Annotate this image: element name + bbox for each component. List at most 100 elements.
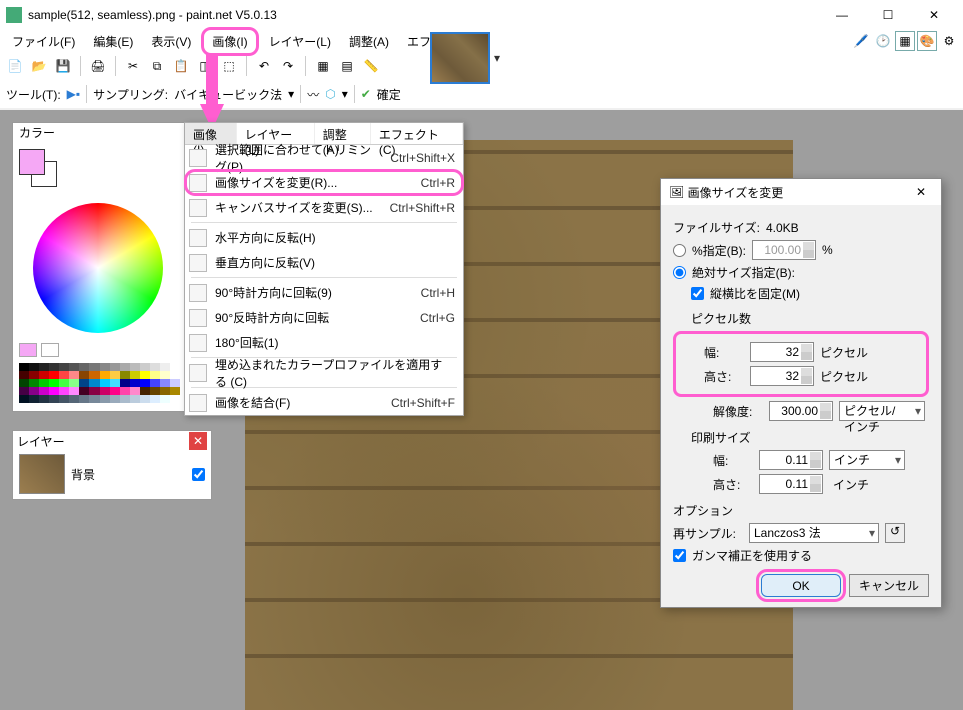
palette-swatch[interactable] bbox=[100, 363, 110, 371]
print-icon[interactable]: 🖨 bbox=[89, 57, 107, 75]
new-icon[interactable]: 📄 bbox=[6, 57, 24, 75]
palette-swatch[interactable] bbox=[160, 395, 170, 403]
primary-swatch[interactable] bbox=[19, 343, 37, 357]
paste-icon[interactable]: 📋 bbox=[172, 57, 190, 75]
tab-effect[interactable]: エフェクト(C) bbox=[371, 123, 463, 144]
palette-swatch[interactable] bbox=[89, 363, 99, 371]
palette-swatch[interactable] bbox=[150, 379, 160, 387]
palette-swatch[interactable] bbox=[150, 387, 160, 395]
palette-swatch[interactable] bbox=[59, 363, 69, 371]
secondary-swatch[interactable] bbox=[41, 343, 59, 357]
palette-swatch[interactable] bbox=[130, 387, 140, 395]
palette-swatch[interactable] bbox=[19, 379, 29, 387]
settings-icon[interactable]: ⚙ bbox=[939, 31, 959, 51]
menu-edit[interactable]: 編集(E) bbox=[85, 30, 141, 53]
palette-swatch[interactable] bbox=[49, 379, 59, 387]
palette-swatch[interactable] bbox=[100, 395, 110, 403]
menu-item[interactable]: キャンバスサイズを変更(S)...Ctrl+Shift+R bbox=[185, 195, 463, 220]
palette-swatch[interactable] bbox=[59, 395, 69, 403]
palette-swatch[interactable] bbox=[150, 395, 160, 403]
palette-swatch[interactable] bbox=[79, 363, 89, 371]
tool-picker-icon[interactable]: ▶▪ bbox=[67, 87, 80, 101]
crop-icon[interactable]: ◫ bbox=[196, 57, 214, 75]
palette-swatch[interactable] bbox=[140, 395, 150, 403]
shape-icon[interactable]: ⬡ bbox=[325, 87, 335, 101]
dropdown-arrow-icon[interactable]: ▾ bbox=[288, 87, 294, 101]
palette-swatch[interactable] bbox=[120, 371, 130, 379]
open-icon[interactable]: 📂 bbox=[30, 57, 48, 75]
maximize-button[interactable]: ☐ bbox=[865, 0, 911, 30]
palette-swatch[interactable] bbox=[19, 395, 29, 403]
deselect-icon[interactable]: ⬚ bbox=[220, 57, 238, 75]
resolution-input[interactable]: 300.00 bbox=[769, 401, 833, 421]
layer-visible-checkbox[interactable] bbox=[192, 468, 205, 481]
palette-swatch[interactable] bbox=[69, 363, 79, 371]
palette-swatch[interactable] bbox=[150, 363, 160, 371]
palette-swatch[interactable] bbox=[110, 395, 120, 403]
palette-swatch[interactable] bbox=[19, 371, 29, 379]
palette-swatch[interactable] bbox=[150, 371, 160, 379]
palette-swatch[interactable] bbox=[120, 387, 130, 395]
palette-swatch[interactable] bbox=[19, 363, 29, 371]
menu-item[interactable]: 水平方向に反転(H) bbox=[185, 225, 463, 250]
grid-icon[interactable]: ▦ bbox=[314, 57, 332, 75]
palette-swatch[interactable] bbox=[69, 395, 79, 403]
palette-swatch[interactable] bbox=[69, 387, 79, 395]
thumbnail-dropdown-icon[interactable]: ▾ bbox=[494, 51, 500, 65]
menu-item[interactable]: 画像サイズを変更(R)...Ctrl+R bbox=[185, 170, 463, 195]
menu-item[interactable]: 画像を結合(F)Ctrl+Shift+F bbox=[185, 390, 463, 415]
menu-layer[interactable]: レイヤー(L) bbox=[261, 30, 339, 53]
palette-swatch[interactable] bbox=[100, 371, 110, 379]
layers-icon[interactable]: ▦ bbox=[895, 31, 915, 51]
palette-swatch[interactable] bbox=[120, 379, 130, 387]
print-height-input[interactable]: 0.11 bbox=[759, 474, 823, 494]
palette-swatch[interactable] bbox=[170, 363, 180, 371]
palette-swatch[interactable] bbox=[49, 363, 59, 371]
palette-swatch[interactable] bbox=[39, 363, 49, 371]
palette-swatch[interactable] bbox=[140, 371, 150, 379]
palette-swatch[interactable] bbox=[59, 371, 69, 379]
close-button[interactable]: ✕ bbox=[911, 0, 957, 30]
palette-swatch[interactable] bbox=[29, 379, 39, 387]
color-wheel[interactable] bbox=[33, 203, 163, 333]
menu-item[interactable]: 埋め込まれたカラープロファイルを適用する (C) bbox=[185, 360, 463, 385]
ok-button[interactable]: OK bbox=[761, 574, 841, 597]
close-icon[interactable]: ✕ bbox=[189, 432, 207, 450]
line-style-icon[interactable]: 〰 bbox=[307, 86, 319, 103]
palette-swatch[interactable] bbox=[120, 395, 130, 403]
palette-swatch[interactable] bbox=[140, 379, 150, 387]
height-input[interactable]: 32 bbox=[750, 366, 814, 386]
palette-swatch[interactable] bbox=[170, 371, 180, 379]
palette-swatch[interactable] bbox=[49, 395, 59, 403]
redo-icon[interactable]: ↷ bbox=[279, 57, 297, 75]
document-thumbnail[interactable] bbox=[430, 32, 490, 84]
commit-icon[interactable]: ✔ bbox=[361, 87, 371, 101]
palette-swatch[interactable] bbox=[130, 371, 140, 379]
palette-swatch[interactable] bbox=[29, 371, 39, 379]
palette-swatch[interactable] bbox=[100, 379, 110, 387]
menu-file[interactable]: ファイル(F) bbox=[4, 30, 83, 53]
palette-swatch[interactable] bbox=[160, 379, 170, 387]
palette-swatch[interactable] bbox=[160, 371, 170, 379]
sampling-value[interactable]: バイキュービック法 bbox=[174, 86, 282, 103]
history-icon[interactable]: 🕑 bbox=[873, 31, 893, 51]
menu-item[interactable]: 180°回転(1) bbox=[185, 330, 463, 355]
percent-input[interactable]: 100.00 bbox=[752, 240, 816, 260]
palette-swatch[interactable] bbox=[79, 379, 89, 387]
palette-swatch[interactable] bbox=[170, 395, 180, 403]
minimize-button[interactable]: — bbox=[819, 0, 865, 30]
menu-item[interactable]: 90°反時計方向に回転Ctrl+G bbox=[185, 305, 463, 330]
palette-swatch[interactable] bbox=[49, 371, 59, 379]
palette-swatch[interactable] bbox=[79, 387, 89, 395]
palette-swatch[interactable] bbox=[79, 395, 89, 403]
print-width-input[interactable]: 0.11 bbox=[759, 450, 823, 470]
palette-swatch[interactable] bbox=[39, 379, 49, 387]
palette-swatch[interactable] bbox=[130, 363, 140, 371]
palette-swatch[interactable] bbox=[170, 387, 180, 395]
palette-swatch[interactable] bbox=[110, 379, 120, 387]
palette-swatch[interactable] bbox=[89, 371, 99, 379]
width-input[interactable]: 32 bbox=[750, 342, 814, 362]
palette-swatch[interactable] bbox=[79, 371, 89, 379]
palette-swatch[interactable] bbox=[160, 363, 170, 371]
palette-swatch[interactable] bbox=[39, 395, 49, 403]
